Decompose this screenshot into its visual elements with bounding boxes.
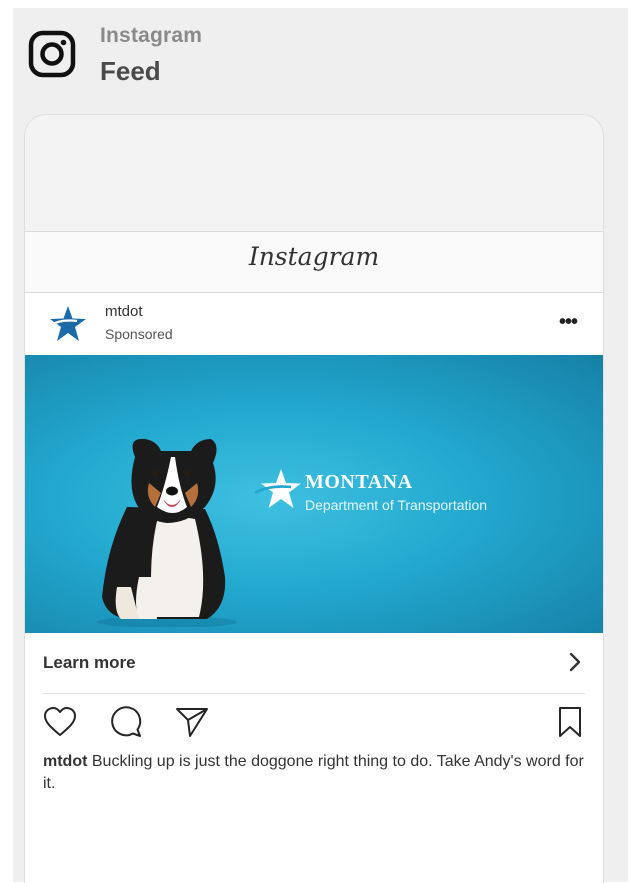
brand-name: MONTANA — [305, 471, 413, 493]
ad-image[interactable]: MONTANA Department of Transportation — [25, 355, 603, 633]
montana-star-icon — [254, 469, 301, 508]
send-icon[interactable] — [175, 705, 209, 739]
page-title: Feed — [100, 56, 161, 86]
instagram-top-bar: Instagram — [25, 232, 603, 293]
app-header: Instagram Feed — [22, 22, 422, 92]
post-caption: mtdot Buckling up is just the doggone ri… — [43, 751, 591, 795]
brand-subtitle: Department of Transportation — [305, 497, 488, 513]
montana-dot-logo: MONTANA Department of Transportation — [253, 467, 603, 527]
caption-username[interactable]: mtdot — [43, 753, 87, 770]
chevron-right-icon — [569, 652, 581, 672]
bookmark-icon[interactable] — [553, 705, 587, 739]
learn-more-button[interactable]: Learn more — [43, 633, 585, 694]
caption-text: Buckling up is just the doggone right th… — [43, 753, 584, 792]
dog-illustration — [97, 438, 237, 627]
learn-more-label: Learn more — [43, 653, 136, 672]
heart-icon[interactable] — [43, 705, 77, 739]
mdt-star-icon[interactable] — [47, 303, 89, 345]
instagram-wordmark: Instagram — [248, 242, 380, 271]
more-options-icon[interactable]: ••• — [553, 311, 583, 333]
ad-preview-card: Instagram mtdot Sponsored ••• MONTANA De… — [24, 114, 604, 883]
header-app-name: Instagram — [100, 24, 203, 47]
instagram-logo-icon[interactable] — [28, 30, 76, 78]
sponsored-label: Sponsored — [105, 326, 173, 342]
comment-icon[interactable] — [109, 705, 143, 739]
card-top-area — [25, 115, 603, 232]
post-username[interactable]: mtdot — [105, 303, 143, 320]
post-header: mtdot Sponsored ••• — [25, 293, 603, 355]
post-actions — [43, 705, 585, 741]
